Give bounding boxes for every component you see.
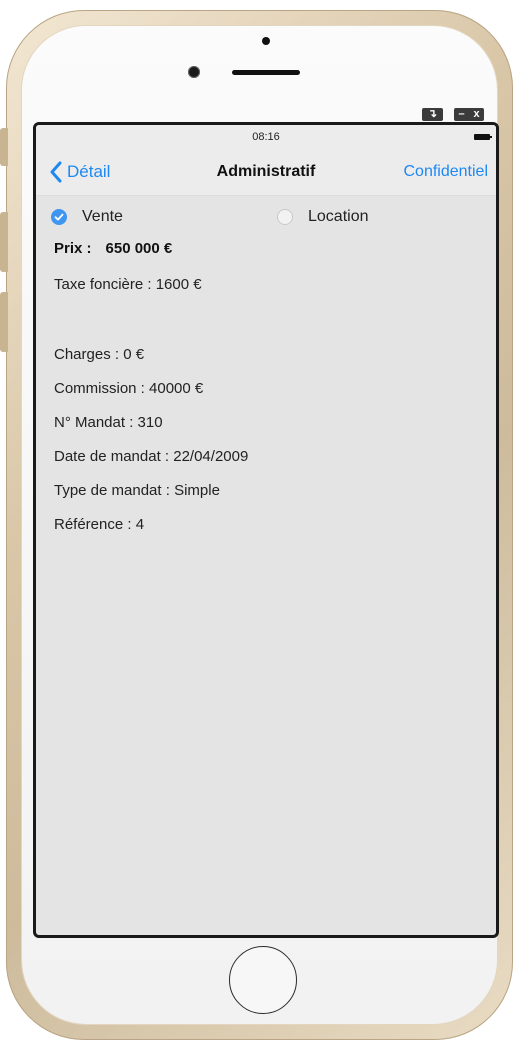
home-button[interactable] [229,946,297,1014]
front-camera [188,66,200,78]
radio-label-vente: Vente [82,208,123,225]
taxe-fonciere: Taxe foncière : 1600 € [54,276,202,293]
window-controls: ↴ – x [422,108,484,121]
reference: Référence : 4 [54,516,145,533]
commission: Commission : 40000 € [54,380,204,397]
back-button[interactable]: Détail [50,161,110,183]
proximity-sensor [262,37,270,45]
battery-icon [474,134,492,140]
mandat-number: N° Mandat : 310 [54,414,163,431]
radio-checked-icon [51,209,67,225]
back-label: Détail [67,162,111,181]
radio-unchecked-icon [277,209,293,225]
transaction-type-selector: Vente Location [36,196,496,240]
app-screen: 08:16 Détail Administratif Confidentiel … [33,122,499,938]
volume-down-button [0,292,8,352]
close-button[interactable]: x [473,109,479,120]
price-value: 650 000 € [105,240,173,257]
rotate-icon: ↴ [427,108,438,120]
price-row: Prix : 650 000 € [54,240,478,262]
volume-up-button [0,212,8,272]
earpiece-speaker [232,70,300,75]
checkmark-icon [54,213,64,221]
window-buttons: – x [454,108,484,121]
confidential-button[interactable]: Confidentiel [404,163,489,181]
mute-switch [0,128,8,166]
radio-location[interactable]: Location [277,208,369,226]
radio-label-location: Location [308,208,369,225]
status-time: 08:16 [252,131,280,143]
navigation-bar: Détail Administratif Confidentiel [36,149,496,196]
rotate-button[interactable]: ↴ [422,108,443,121]
chevron-left-icon [50,161,62,183]
radio-vente[interactable]: Vente [51,208,123,226]
minimize-button[interactable]: – [458,109,464,120]
price-label: Prix : [54,240,92,257]
charges: Charges : 0 € [54,346,145,363]
status-bar: 08:16 [36,125,496,149]
mandat-type: Type de mandat : Simple [54,482,220,499]
admin-details: Prix : 650 000 € Taxe foncière : 1600 € C… [36,240,496,542]
mandat-date: Date de mandat : 22/04/2009 [54,448,249,465]
